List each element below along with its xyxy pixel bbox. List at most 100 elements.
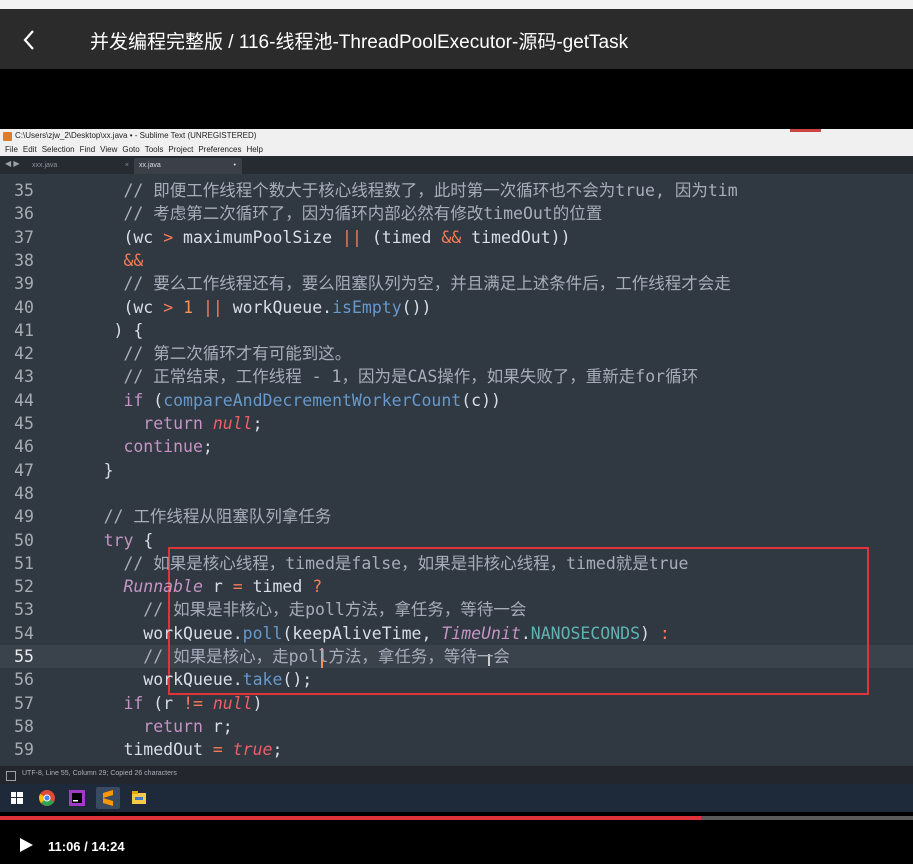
- code-token: ||: [342, 227, 362, 247]
- code-line: // 如果是核心线程，timed是false，如果是非核心线程，timed就是t…: [123, 552, 688, 575]
- code-token: ;: [202, 437, 213, 457]
- code-token: =: [232, 577, 243, 597]
- sublime-menu-bar: File Edit Selection Find View Goto Tools Projec…: [0, 143, 913, 156]
- code-token: ;: [272, 740, 283, 760]
- code-token: :: [659, 623, 670, 643]
- code-token: .: [520, 623, 531, 643]
- code-token: // 如果是核心线程，timed是false，如果是非核心线程，timed就是t…: [123, 553, 689, 573]
- menu-item-preferences[interactable]: Preferences: [198, 143, 241, 156]
- menu-item-edit[interactable]: Edit: [23, 143, 37, 156]
- code-token: ();: [282, 670, 313, 690]
- code-line: }: [104, 459, 114, 482]
- code-token: isEmpty: [332, 297, 402, 317]
- menu-item-goto[interactable]: Goto: [122, 143, 139, 156]
- panel-toggle-icon[interactable]: [6, 771, 16, 781]
- menu-item-project[interactable]: Project: [168, 143, 193, 156]
- line-number: 43: [14, 367, 34, 387]
- code-token: >: [163, 297, 174, 317]
- code-line: workQueue.poll(keepAliveTime, TimeUnit.N…: [143, 622, 670, 645]
- code-token: // 如果是核心，走poll方法，拿任务，等待一会: [143, 647, 510, 666]
- code-token: compareAndDecrementWorkerCount: [163, 390, 462, 410]
- menu-item-tools[interactable]: Tools: [145, 143, 164, 156]
- top-strip: [0, 0, 913, 9]
- code-line: // 要么工作线程还有，要么阻塞队列为空，并且满足上述条件后，工作线程才会走: [123, 272, 730, 295]
- code-line: if (r != null): [123, 692, 262, 715]
- code-line: // 如果是非核心，走poll方法，拿任务，等待一会: [143, 598, 526, 621]
- sublime-icon[interactable]: [96, 787, 120, 809]
- line-number: 38: [14, 250, 34, 270]
- code-line: ) {: [114, 319, 144, 342]
- line-number: 51: [14, 553, 34, 573]
- code-token: (timed: [361, 227, 442, 247]
- code-line: return null;: [143, 412, 262, 435]
- code-token: workQueue.: [143, 623, 243, 643]
- code-token: try: [103, 530, 134, 550]
- chrome-icon[interactable]: [35, 787, 59, 809]
- windows-taskbar: [0, 784, 913, 812]
- code-token: ): [252, 693, 263, 713]
- menu-item-find[interactable]: Find: [80, 143, 96, 156]
- line-number: 35: [14, 181, 34, 200]
- code-token: TimeUnit: [441, 623, 521, 643]
- code-token: =: [212, 740, 223, 760]
- status-text: UTF-8, Line 55, Column 29; Copied 26 cha…: [22, 770, 177, 777]
- code-token: !=: [183, 693, 203, 713]
- code-line: // 工作线程从阻塞队列拿任务: [104, 505, 332, 528]
- tab-xx-java[interactable]: xx.java •: [134, 158, 242, 174]
- tab-dirty-indicator[interactable]: •: [234, 158, 236, 174]
- code-token: NANOSECONDS: [530, 623, 641, 643]
- sublime-app-icon: [3, 132, 12, 141]
- back-button[interactable]: [18, 27, 42, 53]
- code-line: (wc > 1 || workQueue.isEmpty()): [123, 296, 431, 319]
- line-number: 46: [14, 437, 34, 457]
- tab-xxx-java[interactable]: xxx.java ×: [27, 158, 135, 174]
- menu-item-view[interactable]: View: [100, 143, 117, 156]
- code-token: continue: [123, 437, 203, 457]
- line-number: 57: [14, 693, 34, 713]
- file-explorer-icon[interactable]: [127, 787, 151, 809]
- code-line: (wc > maximumPoolSize || (timed && timed…: [123, 226, 570, 249]
- sublime-window-title: C:\Users\zjw_2\Desktop\xx.java • - Subli…: [15, 131, 257, 140]
- code-token: workQueue.: [222, 297, 333, 317]
- line-number: 50: [14, 530, 34, 550]
- line-number: 48: [14, 483, 34, 503]
- time-display: 11:06 / 14:24: [48, 839, 125, 854]
- code-token: // 如果是非核心，走poll方法，拿任务，等待一会: [143, 600, 527, 620]
- tab-scroll-arrows-icon[interactable]: ◀ ▶: [5, 159, 20, 168]
- line-number: 56: [14, 670, 34, 690]
- code-token: (keepAliveTime,: [282, 623, 442, 643]
- line-number: 49: [14, 507, 34, 527]
- windows-start-icon[interactable]: [5, 787, 29, 809]
- line-number: 58: [14, 716, 34, 736]
- menu-item-selection[interactable]: Selection: [42, 143, 75, 156]
- code-token: &&: [441, 227, 462, 247]
- code-editor[interactable]: 35 // 即便工作线程个数大于核心线程数了，此时第一次循环也不会为true, 因…: [0, 174, 913, 766]
- intellij-icon[interactable]: [65, 787, 89, 809]
- window-close-accent: [790, 129, 821, 132]
- line-number: 52: [14, 577, 34, 597]
- code-line: // 正常结束，工作线程 - 1，因为是CAS操作，如果失败了，重新走for循环: [123, 365, 698, 388]
- menu-item-file[interactable]: File: [5, 143, 18, 156]
- code-token: // 即便工作线程个数大于核心线程数了，此时第一次循环也不会为true, 因为t…: [123, 181, 738, 200]
- code-line: // 第二次循环才有可能到这。: [123, 342, 351, 365]
- code-line: workQueue.take();: [143, 668, 312, 691]
- code-line: &&: [123, 249, 143, 272]
- code-token: poll: [242, 623, 283, 643]
- tab-close-icon[interactable]: ×: [125, 158, 129, 174]
- line-number: 37: [14, 227, 34, 247]
- line-number: 55: [14, 647, 34, 666]
- sublime-status-bar: UTF-8, Line 55, Column 29; Copied 26 cha…: [0, 766, 913, 784]
- line-number: 45: [14, 414, 34, 433]
- menu-item-help[interactable]: Help: [246, 143, 262, 156]
- code-token: if: [123, 693, 144, 713]
- code-line: timedOut = true;: [123, 738, 282, 761]
- sublime-title-bar: C:\Users\zjw_2\Desktop\xx.java • - Subli…: [0, 129, 913, 143]
- play-icon[interactable]: [20, 838, 33, 852]
- code-line: try {: [104, 529, 154, 552]
- code-line: return r;: [143, 715, 232, 738]
- code-token: null: [212, 693, 253, 713]
